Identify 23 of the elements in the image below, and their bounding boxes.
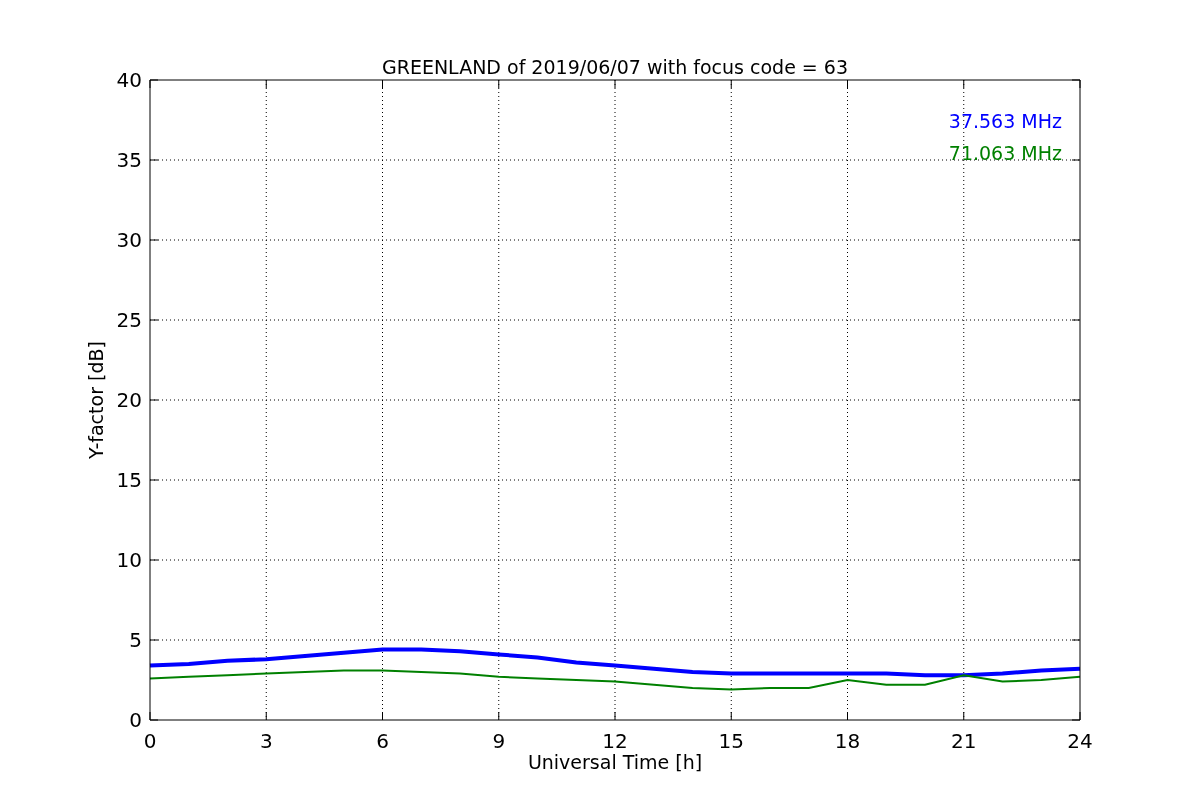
x-tick-label: 0 <box>143 729 157 753</box>
x-tick-label: 21 <box>951 729 977 753</box>
legend-label: 71.063 MHz <box>948 142 1062 164</box>
legend-label: 37.563 MHz <box>948 110 1062 132</box>
y-axis-label: Y-factor [dB] <box>85 341 107 459</box>
y-tick-label: 0 <box>129 708 142 732</box>
x-tick-label: 24 <box>1067 729 1093 753</box>
y-tick-label: 5 <box>129 628 142 652</box>
x-axis-label: Universal Time [h] <box>527 751 703 773</box>
y-tick-label: 35 <box>116 148 142 172</box>
chart-title: GREENLAND of 2019/06/07 with focus code = 63 <box>382 56 848 78</box>
y-tick-label: 15 <box>116 468 142 492</box>
y-tick-label: 40 <box>116 68 142 92</box>
x-tick-label: 12 <box>602 729 628 753</box>
x-tick-label: 9 <box>492 729 506 753</box>
x-tick-label: 15 <box>718 729 744 753</box>
x-tick-label: 18 <box>834 729 861 753</box>
y-tick-label: 25 <box>116 308 142 332</box>
x-tick-label: 6 <box>376 729 389 753</box>
y-tick-label: 10 <box>116 548 142 572</box>
y-tick-label: 30 <box>116 228 142 252</box>
x-tick-label: 3 <box>259 729 273 753</box>
y-tick-label: 20 <box>116 388 142 412</box>
